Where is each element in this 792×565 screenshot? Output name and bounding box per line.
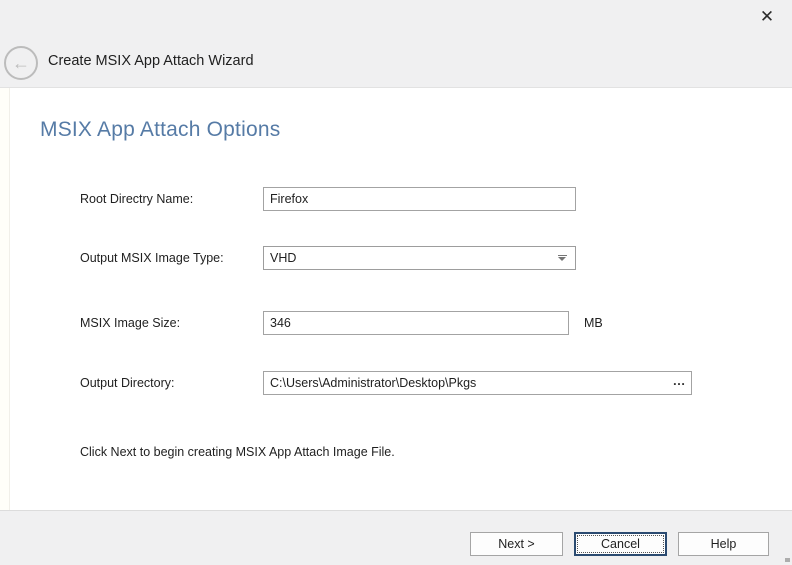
page-title: MSIX App Attach Options [40, 118, 280, 142]
chevron-down-icon [558, 254, 567, 262]
wizard-header: ✕ ← Create MSIX App Attach Wizard [0, 0, 792, 88]
image-size-unit-label: MB [584, 316, 603, 330]
next-instruction-text: Click Next to begin creating MSIX App At… [80, 445, 395, 459]
left-edge-strip [0, 88, 10, 510]
close-icon[interactable]: ✕ [755, 5, 779, 29]
wizard-title: Create MSIX App Attach Wizard [48, 53, 254, 69]
cancel-button[interactable]: Cancel [574, 532, 667, 556]
image-size-input[interactable] [263, 311, 569, 335]
back-arrow-icon: ← [12, 54, 30, 72]
image-type-value: VHD [270, 251, 558, 265]
next-button[interactable]: Next > [470, 532, 563, 556]
help-button[interactable]: Help [678, 532, 769, 556]
image-size-label: MSIX Image Size: [80, 316, 180, 330]
image-type-label: Output MSIX Image Type: [80, 251, 224, 265]
browse-ellipsis-icon[interactable]: … [671, 372, 691, 394]
footer-bar: Next > Cancel Help [0, 510, 792, 565]
back-button[interactable]: ← [4, 46, 38, 80]
root-directory-input[interactable] [263, 187, 576, 211]
image-type-dropdown[interactable]: VHD [263, 246, 576, 270]
root-directory-label: Root Directry Name: [80, 192, 193, 206]
output-directory-field: … [263, 371, 692, 395]
output-directory-label: Output Directory: [80, 376, 174, 390]
resize-grip [785, 558, 790, 562]
output-directory-input[interactable] [264, 372, 671, 394]
